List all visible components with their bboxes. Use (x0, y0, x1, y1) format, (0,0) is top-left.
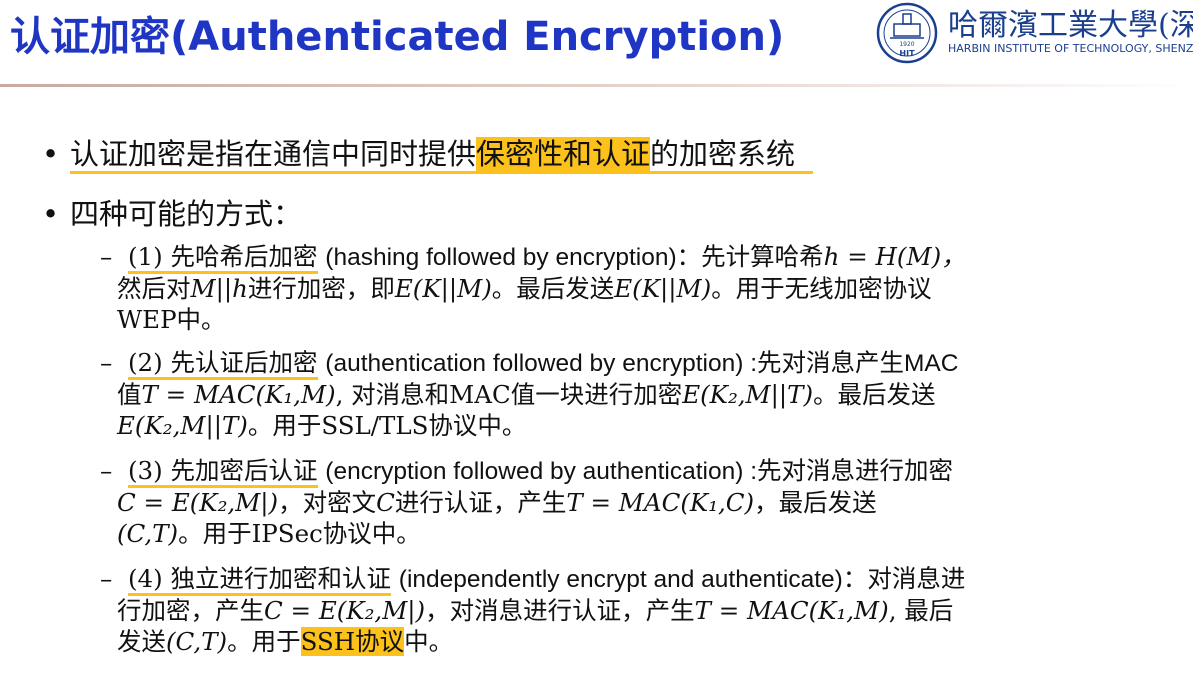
university-logo: 1920 HIT 哈爾濱工業大學(深圳) HARBIN INSTITUTE OF… (868, 0, 1193, 66)
dash-icon: – (100, 456, 113, 485)
bullet-dot-icon: • (42, 137, 60, 171)
dash-icon: – (100, 564, 113, 593)
method-label: (2) 先认证后加密 (128, 348, 318, 380)
badge-text: HIT (899, 49, 915, 58)
logo-name-en: HARBIN INSTITUTE OF TECHNOLOGY, SHENZHEN (948, 42, 1193, 55)
title-divider (0, 84, 1193, 87)
method-label: (3) 先加密后认证 (128, 456, 318, 488)
dash-icon: – (100, 242, 113, 271)
bullet-methods: • 四种可能的方式： (42, 197, 303, 231)
logo-name-cn: 哈爾濱工業大學(深圳) (948, 8, 1193, 43)
method-item-3: – (3) 先加密后认证 (encryption followed by aut… (100, 456, 954, 548)
method-label: (1) 先哈希后加密 (128, 242, 318, 274)
method-item-4: – (4) 独立进行加密和认证 (independently encrypt a… (100, 564, 966, 656)
method-label: (4) 独立进行加密和认证 (128, 564, 391, 596)
badge-year: 1920 (899, 41, 914, 48)
highlight-ssh: SSH协议 (300, 627, 405, 656)
method-item-1: – (1) 先哈希后加密 (hashing followed by encryp… (100, 242, 966, 334)
university-badge-icon: 1920 HIT (876, 2, 938, 64)
slide-title: 认证加密(Authenticated Encryption) (10, 14, 785, 60)
dash-icon: – (100, 348, 113, 377)
bullet-dot-icon: • (42, 197, 60, 231)
bullet-definition: • 认证加密是指在通信中同时提供保密性和认证的加密系统 (42, 131, 814, 174)
method-item-2: – (2) 先认证后加密 (authentication followed by… (100, 348, 959, 440)
highlight-confidentiality-auth: 保密性和认证 (476, 137, 651, 171)
